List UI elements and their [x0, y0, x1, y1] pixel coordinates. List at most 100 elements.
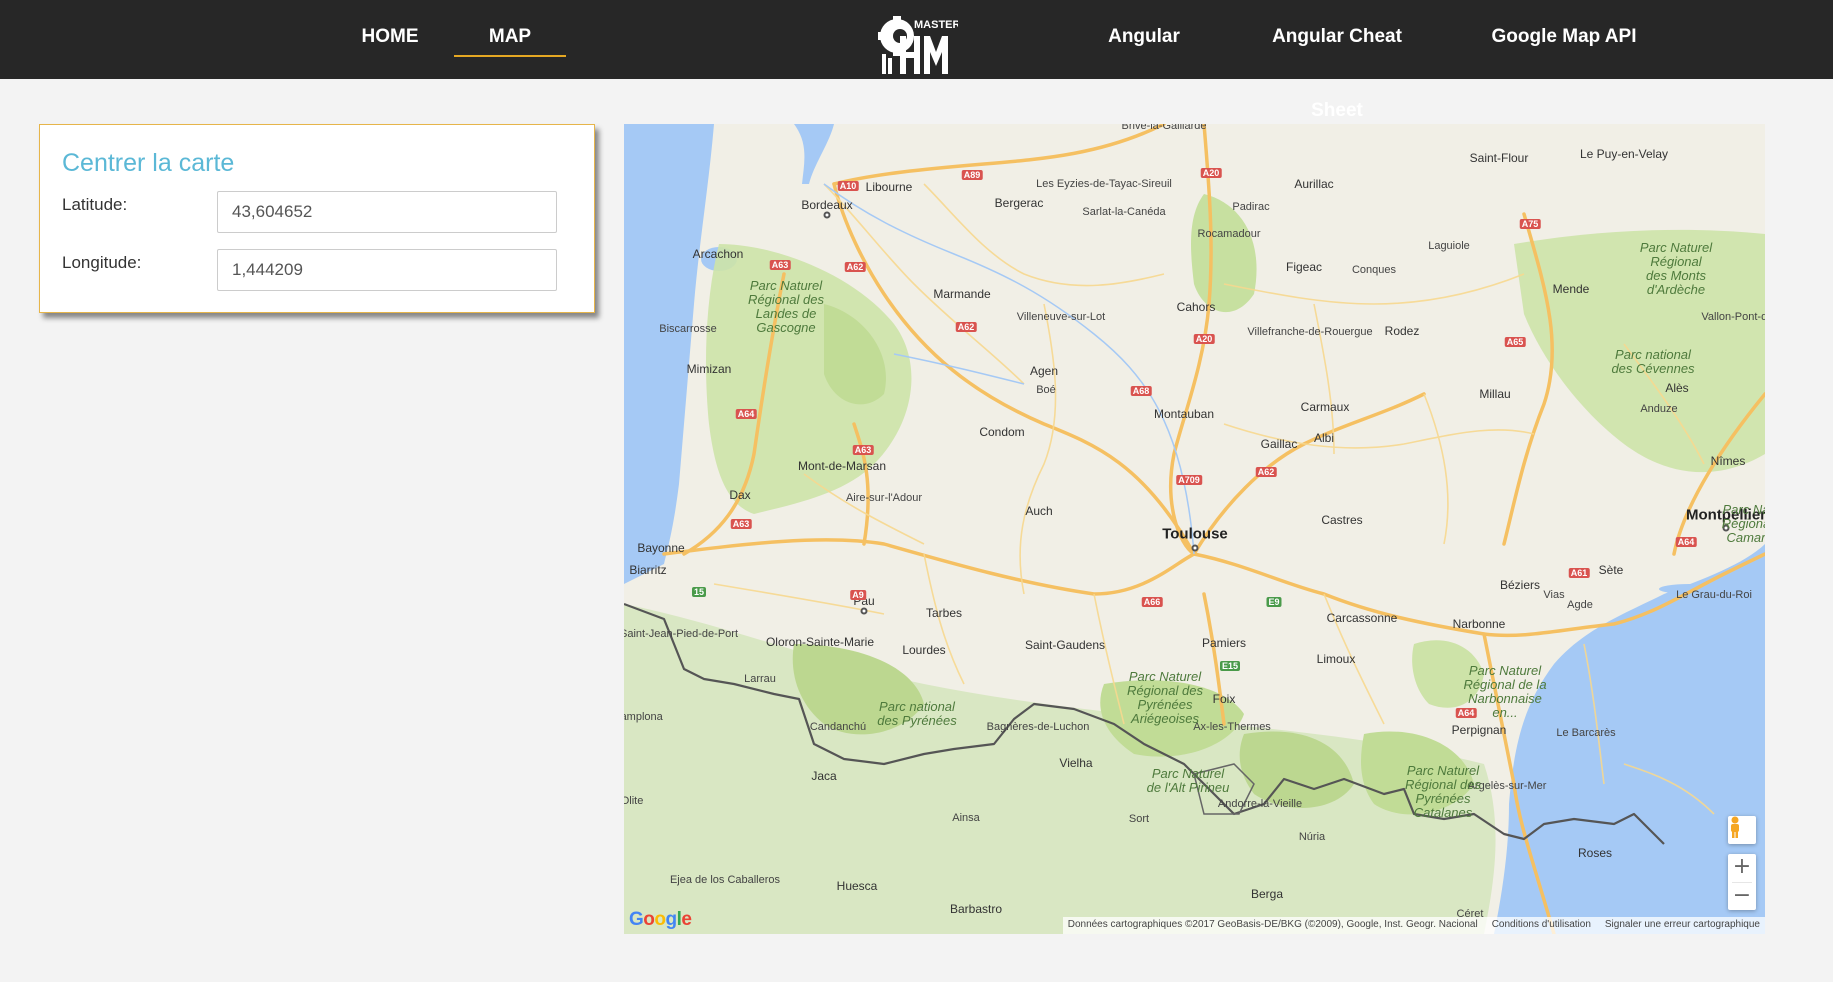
map-road-shield: A62 [955, 322, 977, 332]
map-city-label: Perpignan [1451, 723, 1507, 737]
map-city-label: Boé [1036, 384, 1056, 396]
map-city-label: Jaca [811, 769, 837, 783]
map-road-shield: A65 [1504, 337, 1526, 347]
map-road-shield: A9 [850, 590, 866, 600]
map-park-label: Parc national des Cévennes [1611, 347, 1695, 376]
map-road-shield: A63 [852, 445, 874, 455]
map-road-shield: A20 [1193, 334, 1215, 344]
map-city-label: Bergerac [994, 196, 1044, 210]
nav-map-link[interactable]: MAP [454, 0, 566, 79]
map-road-shield: A89 [961, 170, 983, 180]
map-city-label: Saint-Gaudens [1024, 638, 1106, 652]
map-city-label: Sarlat-la-Canéda [1082, 206, 1166, 218]
map-city-label: Bagnères-de-Luchon [986, 721, 1090, 733]
map-city-label: Olite [624, 795, 644, 807]
google-map[interactable]: Brive-la-Gaillarde Saint-Flour Le Puy-en-V… [624, 124, 1765, 934]
map-city-label: Vielha [1059, 756, 1093, 770]
map-city-label: Mende [1552, 282, 1590, 296]
map-park-label: Parc Naturel Régional des Landes de Gasc… [748, 278, 824, 335]
map-city-label: Candanchú [809, 721, 867, 733]
map-city-label: Berga [1250, 887, 1284, 901]
google-logo-letter: o [643, 909, 655, 930]
map-city-label: Ax-les-Thermes [1193, 721, 1271, 733]
map-city-label: Andorre-la-Vieille [1217, 798, 1303, 810]
map-road-shield: A10 [837, 181, 859, 191]
map-city-label: Rocamadour [1197, 228, 1261, 240]
map-city-label: Toulouse [1162, 525, 1228, 543]
map-city-label: Les Eyzies-de-Tayac-Sireuil [1036, 178, 1172, 190]
map-city-marker [823, 211, 831, 219]
map-city-label: Marmande [933, 287, 991, 301]
map-park-label: Parc Naturel Régional des Pyrénées Catal… [1405, 763, 1481, 820]
report-map-error-link[interactable]: Signaler une erreur cartographique [1605, 919, 1760, 932]
map-city-label: Villefranche-de-Rouergue [1247, 326, 1373, 338]
master-ihm-logo[interactable]: MASTER [878, 14, 961, 76]
logo-master-text: MASTER [914, 19, 958, 31]
map-city-label: Ejea de los Caballeros [669, 874, 781, 886]
map-park-label: Parc Naturel Régional des Pyrénées Ariég… [1127, 669, 1203, 726]
map-city-label: Vallon-Pont-d'A [1701, 311, 1765, 323]
map-city-label: Lourdes [902, 643, 946, 657]
map-city-label: Aire-sur-l'Adour [845, 492, 923, 504]
map-city-label: Arcachon [692, 247, 744, 261]
map-city-label: Saint-Flour [1469, 151, 1529, 165]
google-logo-letter: e [681, 909, 692, 930]
map-city-label: Auch [1025, 504, 1053, 518]
nav-home-link[interactable]: HOME [352, 0, 428, 79]
map-city-label: Gaillac [1260, 437, 1298, 451]
map-road-shield: A68 [1130, 386, 1152, 396]
map-road-shield: E9 [1266, 597, 1282, 607]
google-logo-text: Google [629, 909, 692, 930]
map-city-label: Montauban [1153, 407, 1215, 421]
map-city-label: Villeneuve-sur-Lot [1016, 311, 1106, 323]
map-park-label: Parc national des Pyrénées [877, 699, 957, 728]
longitude-input[interactable] [217, 249, 557, 291]
map-road-shield: A66 [1141, 597, 1163, 607]
map-city-label: Alès [1665, 381, 1689, 395]
map-city-label: Biscarrosse [659, 323, 717, 335]
nav-google-map-api-link[interactable]: Google Map API [1488, 0, 1640, 79]
zoom-in-button[interactable]: + [1728, 854, 1756, 882]
map-data-attribution[interactable]: Données cartographiques ©2017 GeoBasis-D… [1068, 919, 1478, 932]
map-city-label: Le Barcarès [1556, 727, 1616, 739]
map-city-label: Vias [1543, 589, 1565, 601]
map-city-label: Mimizan [686, 362, 732, 376]
map-city-label: Conques [1351, 264, 1397, 276]
map-city-label: Carmaux [1300, 400, 1350, 414]
map-road-shield: A64 [1455, 708, 1477, 718]
map-road-shield: A62 [1255, 467, 1277, 477]
map-city-label: Tarbes [925, 606, 963, 620]
map-city-label: Ainsa [952, 812, 980, 824]
center-map-card: Centrer la carte Latitude: Longitude: [39, 124, 595, 313]
latitude-input[interactable] [217, 191, 557, 233]
card-title: Centrer la carte [62, 149, 235, 177]
map-city-label: Narbonne [1452, 617, 1506, 631]
map-road-shield: A709 [1176, 475, 1202, 485]
map-city-label: Albi [1313, 431, 1335, 445]
google-logo[interactable]: Google [629, 909, 692, 931]
terms-of-use-link[interactable]: Conditions d'utilisation [1492, 919, 1591, 932]
map-city-marker [860, 607, 868, 615]
map-city-label: Aurillac [1294, 177, 1334, 191]
map-road-shield: A64 [1675, 537, 1697, 547]
nav-angular-cheat-sheet-link[interactable]: Angular Cheat Sheet [1245, 0, 1429, 121]
map-city-label: Condom [979, 425, 1025, 439]
map-city-label: Carcassonne [1326, 611, 1398, 625]
map-city-label: Dax [729, 488, 751, 502]
map-city-label: Libourne [865, 180, 913, 194]
map-city-label: Agen [1029, 364, 1059, 378]
map-city-label: Agde [1567, 599, 1593, 611]
map-city-label: Pamiers [1201, 636, 1247, 650]
map-city-marker [1191, 544, 1199, 552]
map-road-shield: A62 [844, 262, 866, 272]
map-city-label: Bayonne [637, 541, 685, 555]
map-city-label: Foix [1212, 692, 1236, 706]
map-road-shield: A75 [1519, 219, 1541, 229]
map-road-shield: A63 [769, 260, 791, 270]
map-city-label: Núria [1298, 831, 1326, 843]
zoom-out-button[interactable]: − [1728, 883, 1756, 911]
nav-angular-link[interactable]: Angular [1102, 0, 1186, 79]
map-park-label: Parc Naturel Régional des Monts d'Ardèch… [1639, 240, 1713, 297]
street-view-pegman-button[interactable] [1728, 816, 1756, 844]
map-city-label: Nîmes [1710, 454, 1746, 468]
